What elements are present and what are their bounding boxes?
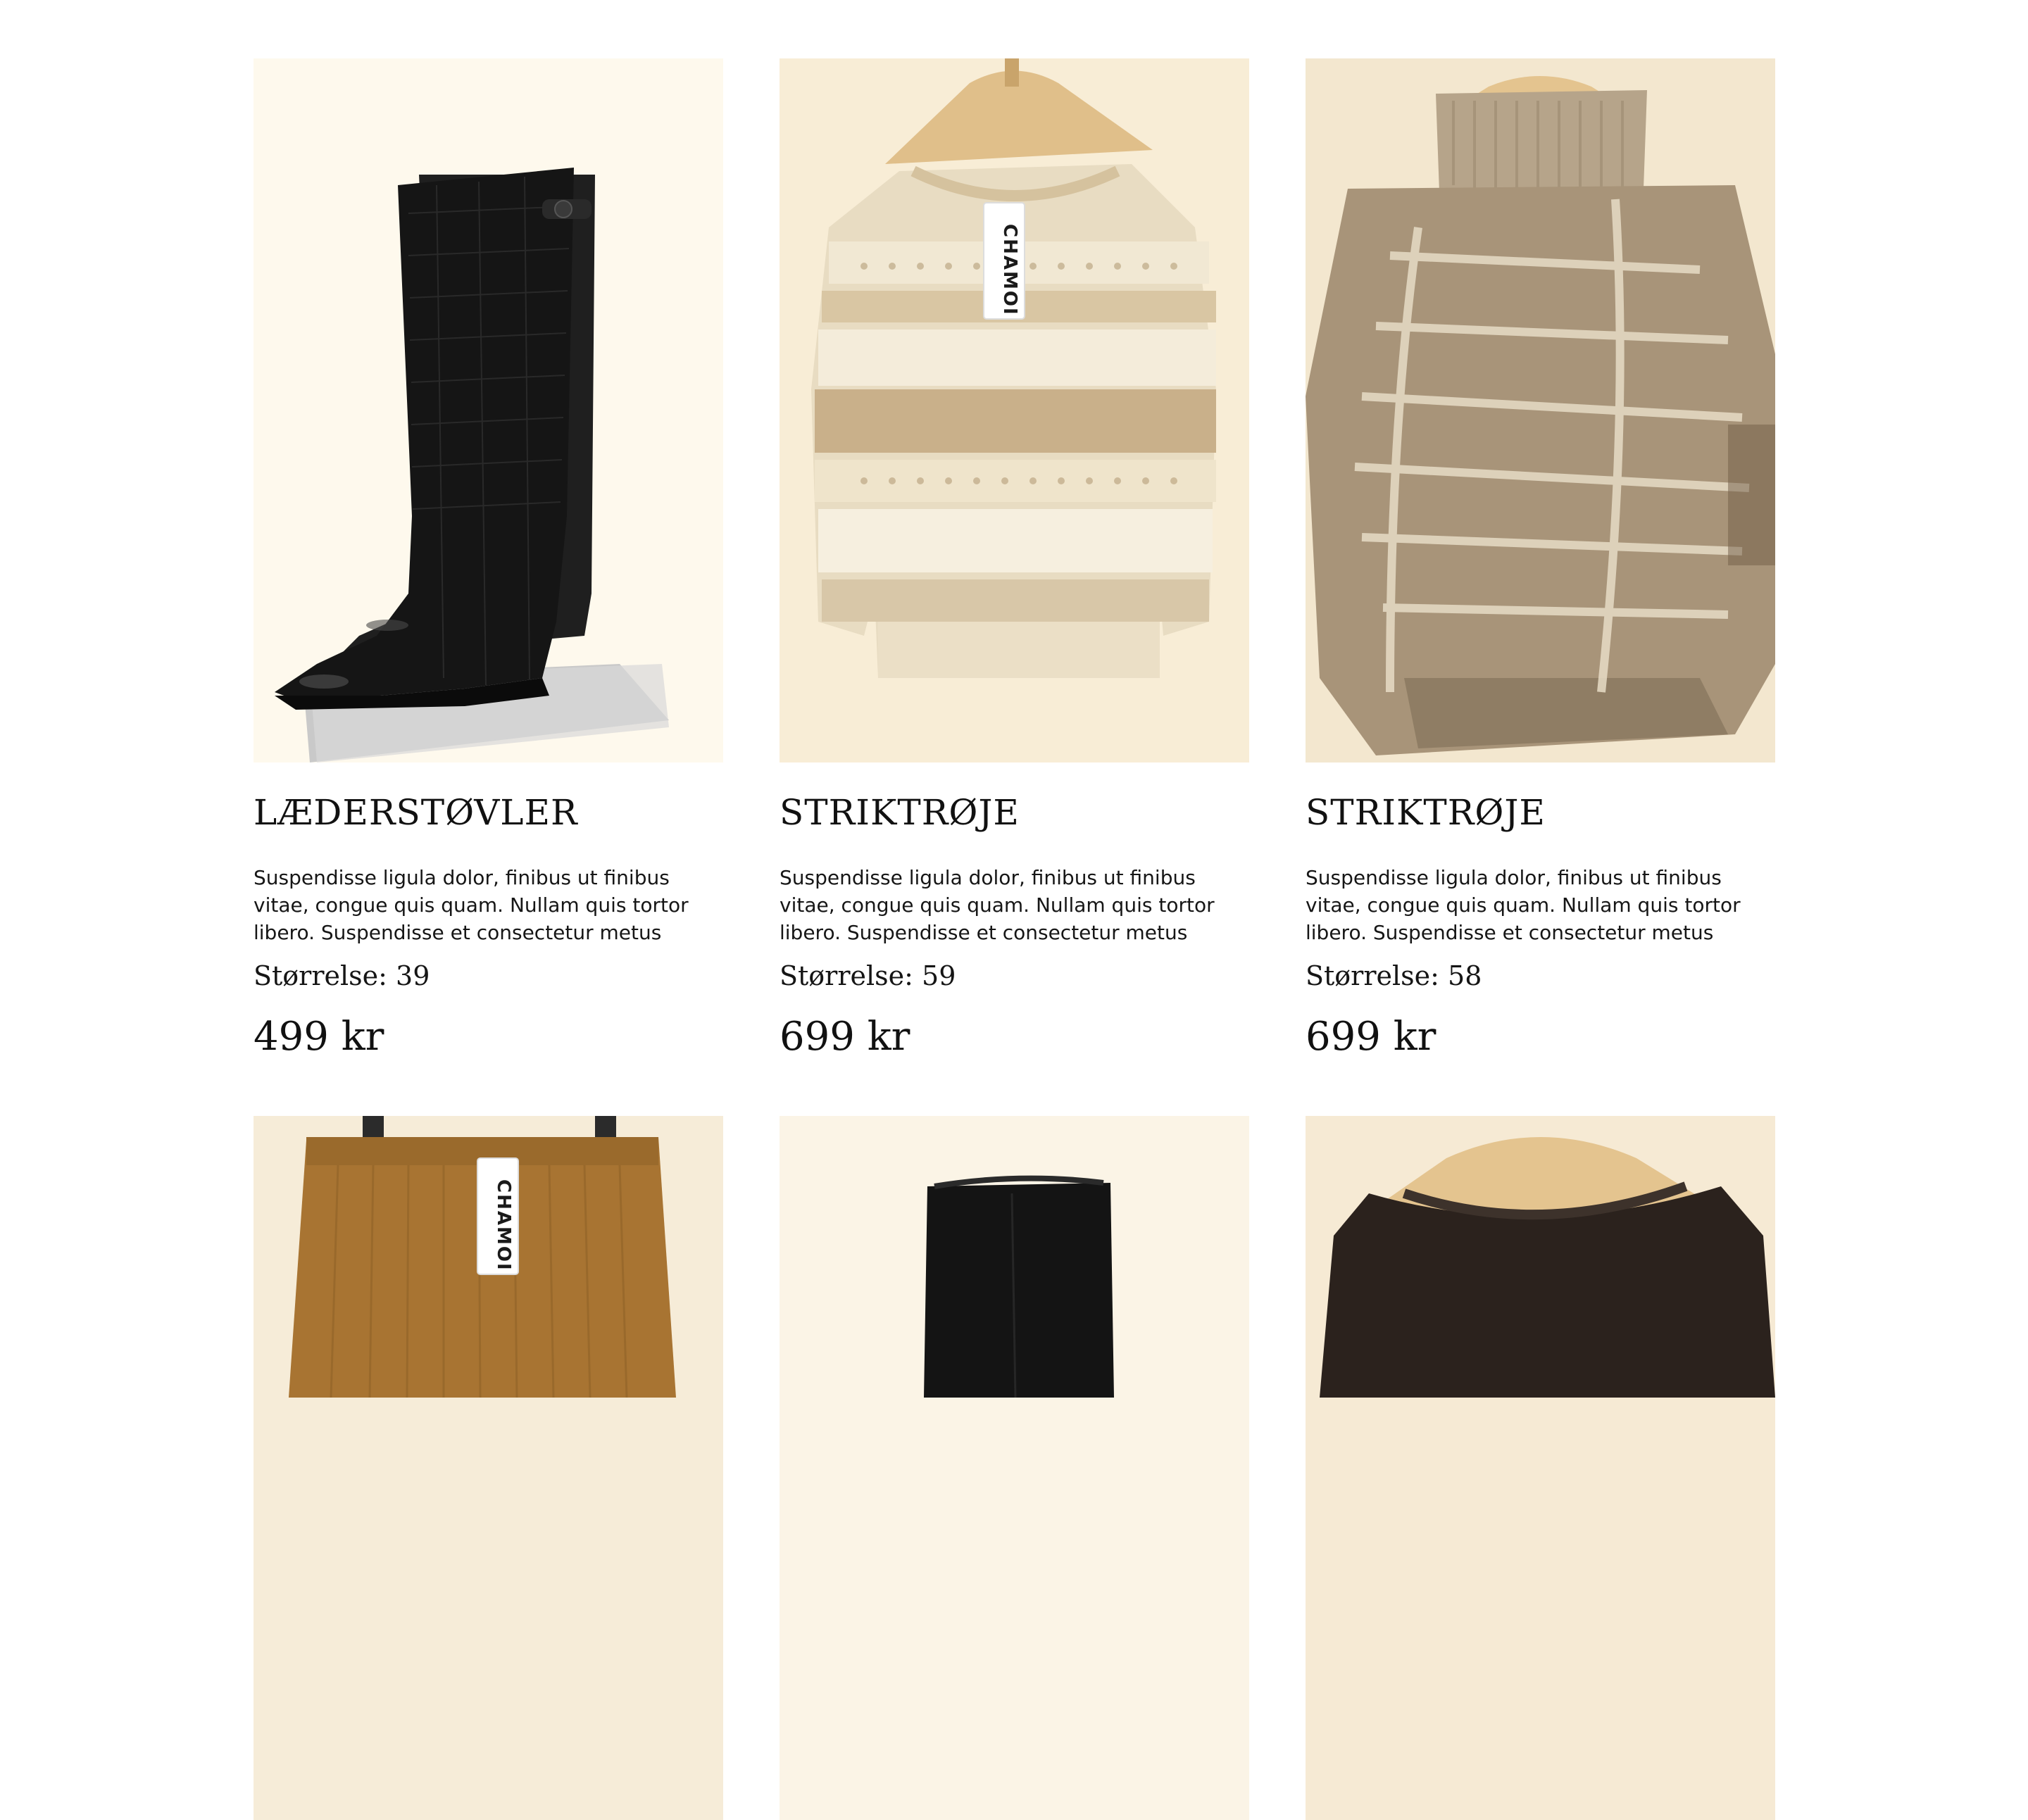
product-price: 499 kr <box>254 1014 384 1060</box>
product-grid: LÆDERSTØVLER Suspendisse ligula dolor, f… <box>254 58 1775 1820</box>
product-tag-label: CHAMOI <box>999 224 1020 316</box>
product-image-leather-boots[interactable] <box>254 58 723 762</box>
product-image-suede-boots[interactable] <box>780 1116 1249 1820</box>
product-tag-label: CHAMOI <box>493 1179 514 1272</box>
product-size: Størrelse: 58 <box>1306 960 1482 991</box>
product-card[interactable]: CHAMOI STRIKTRØJE Suspendisse ligula dol… <box>780 58 1249 1116</box>
product-image-corduroy-skirt[interactable]: CHAMOI <box>254 1116 723 1820</box>
product-price: 699 kr <box>780 1014 910 1060</box>
product-card[interactable]: LÆDERSTØVLER Suspendisse ligula dolor, f… <box>254 58 723 1116</box>
product-image-knit-top[interactable] <box>1306 1116 1775 1820</box>
product-card[interactable]: STRIKTRØJE Suspendisse ligula dolor, fin… <box>1306 58 1775 1116</box>
product-size: Størrelse: 39 <box>254 960 430 991</box>
product-image-turtleneck-poncho[interactable] <box>1306 58 1775 762</box>
product-card[interactable] <box>780 1116 1249 1820</box>
product-image-knit-sweater[interactable]: CHAMOI <box>780 58 1249 762</box>
product-price: 699 kr <box>1306 1014 1436 1060</box>
product-title[interactable]: LÆDERSTØVLER <box>254 762 723 837</box>
product-description: Suspendisse ligula dolor, finibus ut fin… <box>254 866 689 944</box>
product-description: Suspendisse ligula dolor, finibus ut fin… <box>780 866 1215 944</box>
product-title[interactable]: STRIKTRØJE <box>1306 762 1775 837</box>
product-size: Størrelse: 59 <box>780 960 956 991</box>
product-title[interactable]: STRIKTRØJE <box>780 762 1249 837</box>
product-description: Suspendisse ligula dolor, finibus ut fin… <box>1306 866 1741 944</box>
product-card[interactable] <box>1306 1116 1775 1820</box>
product-card[interactable]: CHAMOI <box>254 1116 723 1820</box>
